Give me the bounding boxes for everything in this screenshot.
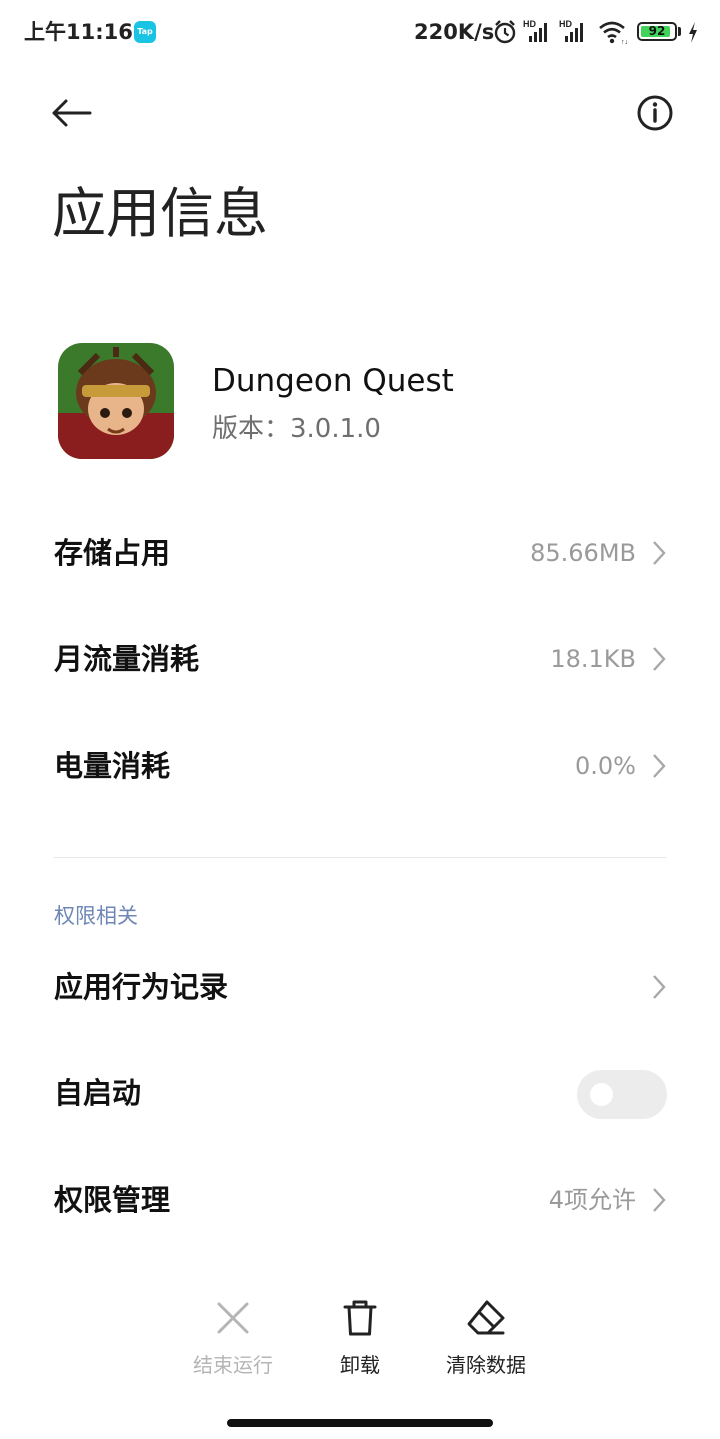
page-title: 应用信息 bbox=[52, 182, 268, 245]
hd-signal-icon: HD bbox=[523, 19, 547, 42]
section-divider bbox=[54, 857, 666, 858]
uninstall-button[interactable]: 卸载 bbox=[300, 1298, 420, 1380]
svg-text:↑↓: ↑↓ bbox=[621, 39, 628, 46]
tap-app-icon: Tap bbox=[134, 21, 156, 43]
trash-icon bbox=[343, 1300, 377, 1336]
stop-label: 结束运行 bbox=[193, 1353, 273, 1377]
clear-data-label: 清除数据 bbox=[446, 1353, 526, 1377]
chevron-right-icon bbox=[653, 1188, 666, 1212]
battery-usage-value: 0.0% bbox=[575, 752, 636, 780]
app-name: Dungeon Quest bbox=[212, 363, 454, 399]
autostart-label: 自启动 bbox=[54, 1076, 142, 1110]
data-usage-row[interactable]: 月流量消耗 18.1KB bbox=[0, 609, 720, 709]
eraser-icon bbox=[467, 1300, 505, 1335]
battery-usage-label: 电量消耗 bbox=[54, 749, 171, 783]
chevron-right-icon bbox=[653, 647, 666, 671]
chevron-right-icon bbox=[653, 975, 666, 999]
svg-text:HD: HD bbox=[523, 19, 536, 29]
battery-icon: 92 bbox=[637, 22, 677, 41]
battery-level: 92 bbox=[648, 24, 666, 38]
storage-value: 85.66MB bbox=[530, 539, 636, 567]
permission-manage-value: 4项允许 bbox=[548, 1186, 636, 1214]
svg-text:HD: HD bbox=[559, 19, 572, 29]
storage-label: 存储占用 bbox=[54, 536, 171, 570]
wifi-icon: ↑↓ bbox=[599, 21, 628, 46]
charging-icon bbox=[689, 22, 697, 43]
permission-manage-row[interactable]: 权限管理 4项允许 bbox=[0, 1150, 720, 1250]
hd-signal-icon: HD bbox=[559, 19, 583, 42]
app-version: 版本：3.0.1.0 bbox=[212, 414, 381, 444]
alarm-icon bbox=[494, 20, 516, 44]
permission-manage-label: 权限管理 bbox=[54, 1183, 171, 1217]
toggle-knob bbox=[590, 1083, 613, 1106]
status-time: 上午11:16 bbox=[24, 20, 133, 44]
info-button[interactable] bbox=[628, 86, 682, 140]
storage-row[interactable]: 存储占用 85.66MB bbox=[0, 503, 720, 603]
close-icon bbox=[217, 1302, 249, 1334]
behavior-log-row[interactable]: 应用行为记录 bbox=[0, 937, 720, 1037]
chevron-right-icon bbox=[653, 754, 666, 778]
home-indicator[interactable] bbox=[227, 1419, 493, 1427]
battery-tip bbox=[678, 27, 681, 36]
data-usage-value: 18.1KB bbox=[550, 645, 636, 673]
permissions-section-title: 权限相关 bbox=[54, 904, 138, 928]
back-arrow-icon bbox=[52, 99, 92, 127]
info-icon bbox=[637, 95, 673, 131]
autostart-toggle[interactable] bbox=[577, 1070, 667, 1119]
app-icon bbox=[58, 343, 174, 459]
clear-data-button[interactable]: 清除数据 bbox=[426, 1298, 546, 1380]
data-usage-label: 月流量消耗 bbox=[54, 642, 200, 676]
autostart-row: 自启动 bbox=[0, 1043, 720, 1143]
back-button[interactable] bbox=[44, 88, 100, 138]
stop-button[interactable]: 结束运行 bbox=[173, 1298, 293, 1380]
battery-usage-row[interactable]: 电量消耗 0.0% bbox=[0, 716, 720, 816]
chevron-right-icon bbox=[653, 541, 666, 565]
behavior-log-label: 应用行为记录 bbox=[54, 970, 229, 1004]
uninstall-label: 卸载 bbox=[340, 1353, 380, 1377]
network-speed: 220K/s bbox=[414, 20, 495, 44]
